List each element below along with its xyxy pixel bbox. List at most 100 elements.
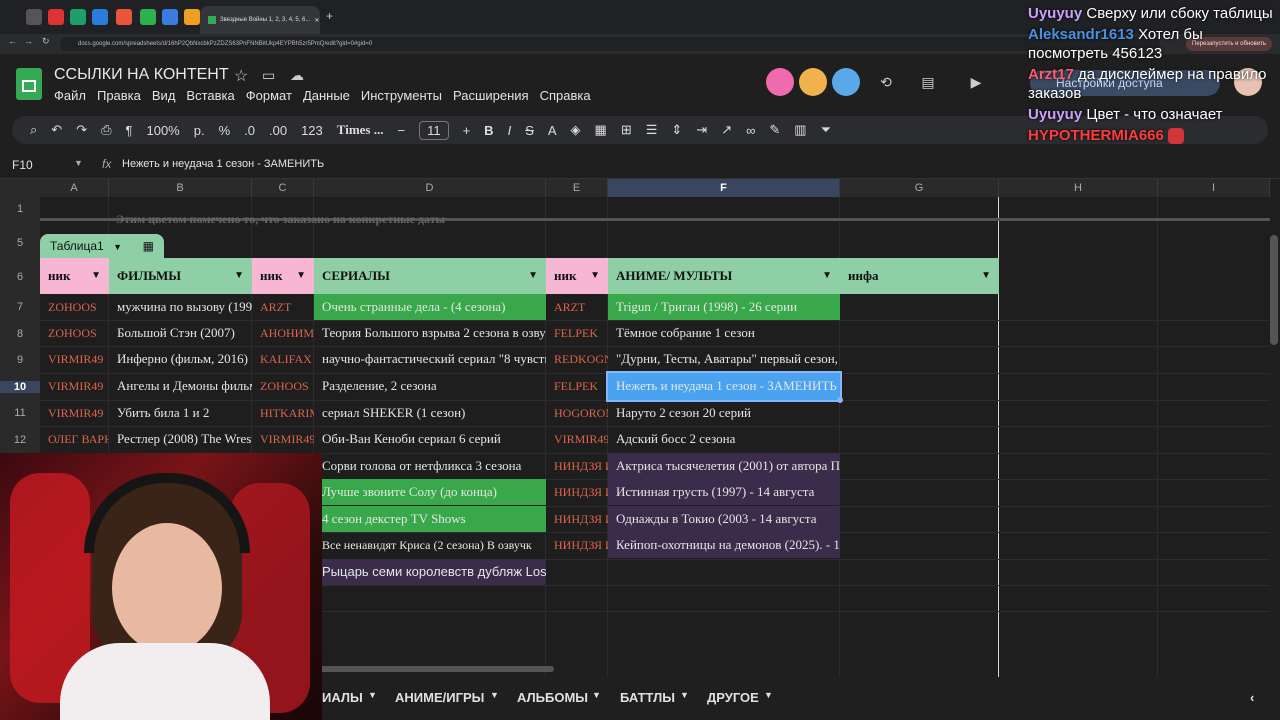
column-header[interactable]: G (840, 179, 999, 197)
reload-icon[interactable]: ↻ (42, 36, 50, 47)
tab-icon[interactable] (140, 9, 156, 25)
chevron-left-icon[interactable]: ‹ (1250, 690, 1254, 705)
sheet-tab[interactable]: ДРУГОЕ (707, 690, 759, 705)
forward-icon[interactable]: → (24, 36, 33, 46)
cell-nick[interactable]: VIRMIR49 (252, 426, 314, 452)
row-header[interactable]: 11 (0, 407, 40, 419)
chevron-down-icon[interactable]: ▼ (592, 690, 601, 700)
column-header-selected[interactable]: F (608, 179, 840, 197)
menu-edit[interactable]: Правка (97, 88, 141, 103)
cell-anime-selected[interactable]: Нежеть и неудача 1 сезон - ЗАМЕНИТЬ (606, 371, 842, 402)
chevron-down-icon[interactable]: ▼ (490, 690, 499, 700)
sheet-tab[interactable]: АНИМЕ/ИГРЫ (395, 690, 484, 705)
cell-film[interactable]: Убить била 1 и 2 (109, 400, 252, 426)
chevron-down-icon[interactable]: ▼ (91, 258, 101, 294)
column-header[interactable]: H (999, 179, 1158, 197)
column-header[interactable]: C (252, 179, 314, 197)
chevron-down-icon[interactable]: ▼ (296, 258, 306, 294)
active-browser-tab[interactable]: Звездные Войны 1, 2, 3, 4, 5, 6... ✕ (200, 6, 320, 34)
chevron-down-icon[interactable]: ▼ (680, 690, 689, 700)
collaborator-avatar[interactable] (799, 68, 827, 96)
paint-format-icon[interactable]: ¶ (126, 123, 133, 138)
close-icon[interactable]: ✕ (314, 17, 319, 24)
cell-series[interactable]: Лучше звоните Солу (до конца) (314, 479, 546, 505)
row-header[interactable]: 7 (0, 301, 40, 313)
chevron-down-icon[interactable]: ▼ (981, 258, 991, 294)
menu-extensions[interactable]: Расширения (453, 88, 529, 103)
header-series[interactable]: СЕРИАЛЫ ▼ (314, 258, 546, 294)
tab-icon[interactable] (70, 9, 86, 25)
strikethrough-button[interactable]: S (525, 123, 534, 138)
text-color-button[interactable]: A (548, 123, 557, 138)
cell-nick[interactable]: ZOHOOS (252, 373, 314, 399)
comment-icon[interactable]: ✎ (769, 122, 780, 138)
cell-film[interactable]: Ангелы и Демоны фильм (109, 373, 252, 399)
sheet-tab[interactable]: БАТТЛЫ (620, 690, 675, 705)
table-icon[interactable]: ▦ (143, 234, 154, 258)
cell-anime[interactable]: Адский босс 2 сезона (608, 426, 840, 452)
undo-icon[interactable]: ↶ (51, 122, 62, 138)
column-header[interactable]: D (314, 179, 546, 197)
cell-nick[interactable]: НИНДЗЯ ИЗ А (546, 479, 608, 505)
cell-anime[interactable]: Истинная грусть (1997) - 14 августа (608, 479, 840, 505)
font-size-increase-icon[interactable]: + (463, 123, 471, 138)
cell-nick[interactable]: HITKARIM (252, 400, 314, 426)
bold-button[interactable]: B (484, 123, 493, 138)
fill-color-icon[interactable]: ◈ (571, 122, 581, 138)
document-title[interactable]: ССЫЛКИ НА КОНТЕНТ (54, 66, 229, 84)
rotate-icon[interactable]: ↗ (721, 122, 732, 138)
cell-nick[interactable]: HOGOROMO (546, 400, 608, 426)
star-icon[interactable]: ☆ (234, 66, 248, 86)
cell-anime[interactable]: Однажды в Токио (2003 - 14 августа (608, 506, 840, 532)
header-nick[interactable]: ник ▼ (546, 258, 608, 294)
cell-nick[interactable]: REDKOGNAR (546, 346, 608, 372)
cell-series[interactable]: Оби-Ван Кеноби сериал 6 серий (314, 426, 546, 452)
font-size-decrease-icon[interactable]: − (397, 123, 405, 138)
column-header[interactable]: B (109, 179, 252, 197)
cell-nick[interactable]: FELPEK (546, 320, 608, 346)
row-header[interactable]: 5 (0, 237, 40, 249)
cell-series[interactable]: Рыцарь семи королевств дубляж Lostfi (314, 559, 546, 585)
row-header[interactable]: 9 (0, 354, 40, 366)
chevron-down-icon[interactable]: ▼ (368, 690, 377, 700)
back-icon[interactable]: ← (8, 36, 17, 46)
zoom-select[interactable]: 100% (146, 123, 179, 138)
chevron-down-icon[interactable]: ▼ (74, 158, 83, 168)
menu-file[interactable]: Файл (54, 88, 86, 103)
cell-series[interactable]: Очень странные дела - (4 сезона) (314, 294, 546, 320)
currency-format-button[interactable]: р. (194, 123, 205, 138)
cell-anime[interactable]: "Дурни, Тесты, Аватары" первый сезон, т (608, 346, 840, 372)
redo-icon[interactable]: ↷ (76, 122, 87, 138)
collaborator-avatar[interactable] (766, 68, 794, 96)
cell-anime[interactable]: Trigun / Триган (1998) - 26 серии (608, 294, 840, 320)
chevron-down-icon[interactable]: ▼ (528, 258, 538, 294)
table-name-chip[interactable]: Таблица1 ▼ ▦ (40, 234, 164, 258)
row-header[interactable]: 6 (0, 271, 40, 283)
chevron-down-icon[interactable]: ▼ (764, 690, 773, 700)
cell-nick[interactable]: ОЛЕГ ВАРНАВСКИ (40, 426, 109, 452)
menu-data[interactable]: Данные (303, 88, 350, 103)
history-icon[interactable]: ⟲ (872, 68, 900, 96)
chevron-down-icon[interactable]: ▼ (590, 258, 600, 294)
cell-series[interactable]: сериал SHEKER (1 сезон) (314, 400, 546, 426)
cell-series[interactable]: Все ненавидят Криса (2 сезона) В озвучк (314, 532, 546, 558)
merge-cells-icon[interactable]: ⊞ (621, 122, 632, 138)
tab-icon[interactable] (162, 9, 178, 25)
header-nick[interactable]: ник ▼ (40, 258, 109, 294)
move-folder-icon[interactable]: ▭ (262, 67, 275, 84)
cell-anime[interactable]: Кейпоп-охотницы на демонов (2025). - 15 (608, 532, 840, 558)
cell-nick[interactable]: KALIFAX (252, 346, 314, 372)
tab-icon[interactable] (116, 9, 132, 25)
italic-button[interactable]: I (508, 123, 512, 138)
percent-format-button[interactable]: % (219, 123, 231, 138)
cell-nick[interactable]: АНОНИМ (252, 320, 314, 346)
vertical-align-icon[interactable]: ⇕ (671, 122, 682, 138)
cell-nick[interactable]: FELPEK (546, 373, 608, 399)
cell-series[interactable]: Разделение, 2 сезона (314, 373, 546, 399)
meet-icon[interactable]: ▶ (962, 68, 990, 96)
cell-film[interactable]: Инферно (фильм, 2016) (109, 346, 252, 372)
header-info[interactable]: инфа ▼ (840, 258, 999, 294)
wrap-icon[interactable]: ⇥ (696, 122, 707, 138)
cell-series[interactable]: 4 сезон декстер TV Shows (314, 506, 546, 532)
cell-nick[interactable]: ZOHOOS (40, 320, 109, 346)
